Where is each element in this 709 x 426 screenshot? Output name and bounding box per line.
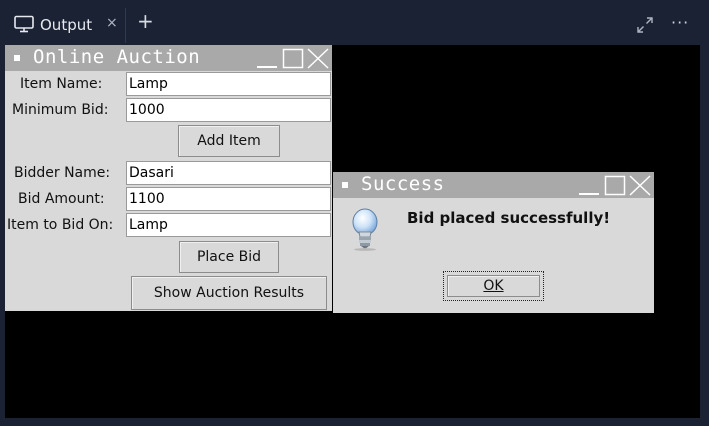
bidder-name-label: Bidder Name: — [14, 165, 111, 181]
more-actions-button[interactable]: ··· — [671, 13, 689, 32]
minimum-bid-input[interactable]: 1000 — [126, 98, 331, 122]
ok-button-label: OK — [483, 278, 504, 294]
maximize-icon[interactable] — [604, 175, 626, 196]
window-menu-icon[interactable] — [342, 182, 348, 188]
tab-output[interactable]: Output × — [4, 8, 126, 43]
monitor-icon — [14, 15, 34, 33]
minimize-icon[interactable] — [578, 175, 600, 196]
lightbulb-info-icon — [352, 208, 378, 251]
minimum-bid-label: Minimum Bid: — [12, 102, 109, 118]
add-item-button[interactable]: Add Item — [178, 125, 280, 157]
bid-amount-input[interactable]: 1100 — [126, 187, 331, 211]
maximize-panel-icon[interactable] — [636, 16, 654, 34]
item-to-bid-on-label: Item to Bid On: — [7, 217, 114, 233]
ok-button[interactable]: OK — [443, 271, 544, 301]
panel-tab-bar: Output × + ··· — [0, 0, 709, 45]
tab-close-icon[interactable]: × — [106, 15, 118, 31]
show-auction-results-button[interactable]: Show Auction Results — [131, 276, 327, 310]
item-name-input[interactable]: Lamp — [126, 72, 331, 96]
close-icon[interactable] — [307, 48, 329, 69]
bidder-name-input[interactable]: Dasari — [126, 161, 331, 185]
success-message: Bid placed successfully! — [407, 209, 611, 227]
bid-amount-label: Bid Amount: — [18, 191, 105, 207]
success-dialog: Success Bid placed successfully! OK — [333, 172, 654, 313]
window-menu-icon[interactable] — [14, 55, 20, 61]
close-icon[interactable] — [629, 175, 651, 196]
auction-titlebar[interactable]: Online Auction — [5, 45, 332, 71]
new-tab-button[interactable]: + — [137, 11, 154, 31]
item-name-label: Item Name: — [20, 76, 103, 92]
success-titlebar[interactable]: Success — [333, 172, 654, 198]
auction-window-title: Online Auction — [33, 46, 201, 68]
place-bid-button[interactable]: Place Bid — [179, 241, 279, 273]
success-dialog-title: Success — [361, 173, 445, 195]
maximize-icon[interactable] — [282, 48, 304, 69]
minimize-icon[interactable] — [256, 48, 278, 69]
tab-output-label: Output — [40, 16, 93, 34]
item-to-bid-on-input[interactable]: Lamp — [126, 213, 331, 237]
online-auction-window: Online Auction Item Name: Lamp Minimum B… — [5, 45, 332, 311]
